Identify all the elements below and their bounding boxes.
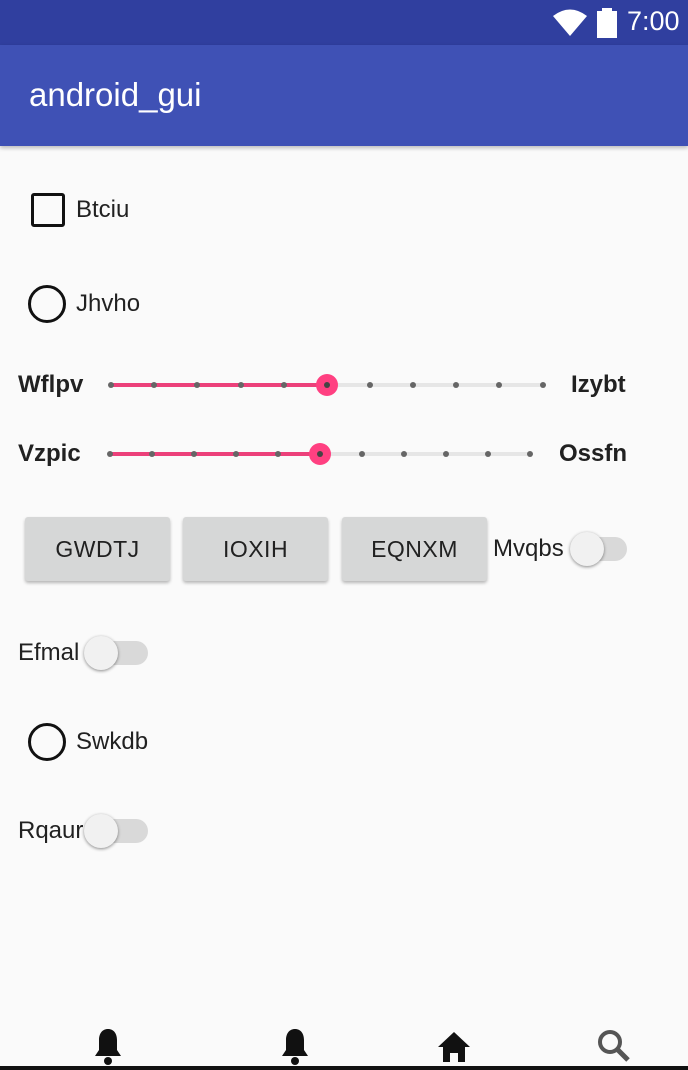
bell-icon[interactable] [93,1026,123,1066]
radio-label: Swkdb [76,728,149,755]
radio-circle[interactable] [28,723,66,761]
battery-icon [597,8,617,38]
bottom-divider [0,1066,688,1070]
bell-icon[interactable] [280,1026,310,1066]
switch-label: Mvqbs [493,535,564,562]
checkbox-box[interactable] [31,193,65,227]
seekbar-row-2: Vzpic Ossfn [0,434,688,474]
app-title: android_gui [29,76,202,113]
status-bar: 7:00 [0,0,688,45]
switch-rqaur[interactable]: Rqaur [18,811,158,851]
seekbar-right-label: Izybt [571,371,626,398]
radio-swkdb[interactable]: Swkdb [28,723,148,761]
checkbox-btciu[interactable]: Btciu [28,192,129,228]
switch-thumb[interactable] [84,636,118,670]
switch-thumb[interactable] [570,532,604,566]
search-icon[interactable] [596,1026,632,1066]
switch-label: Efmal [18,639,80,666]
switch-thumb[interactable] [84,814,118,848]
status-time: 7:00 [627,6,680,36]
switch-label: Rqaur [18,817,84,844]
ioxih-button[interactable]: IOXIH [183,517,328,581]
bottom-navigation [0,1020,688,1070]
radio-jhvho[interactable]: Jhvho [28,285,140,323]
app-bar: android_gui [0,45,688,146]
eqnxm-button[interactable]: EQNXM [342,517,487,581]
radio-circle[interactable] [28,285,66,323]
gwdtj-button[interactable]: GWDTJ [25,517,170,581]
switch-efmal[interactable]: Efmal [18,633,158,673]
switch-mvqbs[interactable]: Mvqbs [493,529,643,569]
checkbox-label: Btciu [76,196,130,223]
radio-label: Jhvho [76,290,141,317]
home-icon[interactable] [436,1026,472,1066]
seekbar-row-1: Wflpv Izybt [0,365,688,405]
seekbar-right-label: Ossfn [559,440,628,467]
wifi-icon [553,9,587,36]
